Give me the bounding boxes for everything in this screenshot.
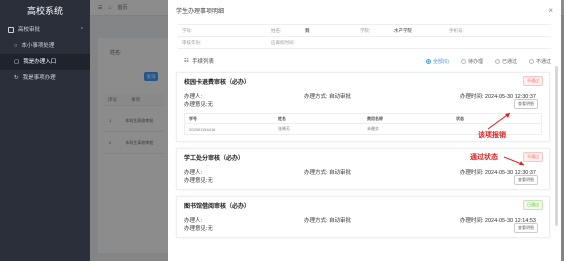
sidebar-item-entry[interactable]: ▢ 我是办理入口 xyxy=(0,54,90,70)
sidebar-item-small[interactable]: ○ 本小事项处理 xyxy=(0,38,90,54)
annotation-arrows xyxy=(487,112,525,166)
cell: 202301154416 xyxy=(189,126,216,132)
time-label: 办理时间: xyxy=(459,93,484,100)
filter-failed[interactable]: 不通过 xyxy=(528,58,551,65)
chevron-up-icon: ⌃ xyxy=(79,27,84,33)
note-label: 办理意见: xyxy=(184,102,208,108)
sidebar-item-label: 我是办理入口 xyxy=(23,59,57,65)
status-badge: 已通过 xyxy=(523,200,543,210)
sidebar-item-handle[interactable]: ↻ 我是事项办理 xyxy=(0,70,90,86)
circle-icon: ○ xyxy=(14,43,18,49)
procedure-note: 办理意见: 无 查看明细 xyxy=(177,223,549,233)
procedure-card: 图书馆借阅审核（必办） 已通过 办理人: 办理方式: 自动审批 办理时间: 20… xyxy=(176,196,550,238)
info-row: 学号: 姓名: 魏 学院: 水产学院 手机号: xyxy=(178,25,551,37)
refresh-icon: ↻ xyxy=(14,75,19,81)
filter-label: 已通过 xyxy=(501,58,517,65)
method-label: 办理方式: 自动审批 xyxy=(304,93,352,100)
filter-passed[interactable]: 已通过 xyxy=(494,58,517,65)
handler-label: 办理人: xyxy=(184,217,203,224)
radio-icon xyxy=(425,58,431,64)
cell: 未缴交 xyxy=(367,126,379,131)
note-value: 无 xyxy=(207,178,214,184)
document-icon: ▢ xyxy=(14,59,20,65)
sidebar: 高校系统 高校审批 ⌃ ○ 本小事项处理 ▢ 我是办理入口 ↻ 我是事项办理 xyxy=(0,0,90,261)
note-value: 无 xyxy=(207,226,214,232)
info-label: 学院: xyxy=(360,27,371,33)
list-title: 手续列表 xyxy=(191,59,214,65)
procedure-title-row: 图书馆借阅审核（必办） 已通过 xyxy=(177,197,549,213)
info-label: 审核年份: xyxy=(182,39,202,45)
list-header: ☷ 手续列表 全部(6) 待办理 已通过 不通过 xyxy=(184,56,551,66)
handler-label: 办理人: xyxy=(184,169,203,176)
radio-icon xyxy=(494,58,500,64)
column-header: 费用名称 xyxy=(367,115,383,121)
time-label: 办理时间: xyxy=(459,217,484,224)
procedure-meta: 办理人: 办理方式: 自动审批 办理时间: 2024-05-30 12:14:5… xyxy=(177,213,549,224)
procedure-title: 图书馆借阅审核（必办） xyxy=(184,203,251,210)
procedure-title: 校园卡退费审核（必办） xyxy=(184,79,251,86)
note-label: 办理意见: xyxy=(184,178,208,184)
filter-label: 全部(6) xyxy=(432,58,449,65)
view-detail-button[interactable]: 查看明细 xyxy=(514,175,538,185)
info-label: 手机号: xyxy=(449,27,464,33)
note-value: 无 xyxy=(207,102,214,108)
info-label: 应离校时间: xyxy=(271,39,295,45)
note-label: 办理意见: xyxy=(184,226,208,232)
info-row: 审核年份: 应离校时间: xyxy=(178,37,551,49)
info-value: 水产学院 xyxy=(394,27,412,33)
close-icon[interactable]: × xyxy=(548,6,553,15)
status-badge: 不通过 xyxy=(523,76,543,86)
method-label: 办理方式: 自动审批 xyxy=(304,169,352,176)
sidebar-item-label: 高校审批 xyxy=(18,27,41,33)
app-title: 高校系统 xyxy=(26,6,63,16)
handler-label: 办理人: xyxy=(184,93,203,100)
dialog-header: 学生办理事项明细 × xyxy=(168,0,561,20)
filter-label: 待办理 xyxy=(467,58,483,65)
scrollbar[interactable] xyxy=(555,66,558,226)
procedure-note: 办理意见: 无 查看明细 xyxy=(177,175,549,185)
radio-icon xyxy=(528,58,534,64)
procedure-title-row: 校园卡退费审核（必办） 不通过 xyxy=(177,73,549,89)
annotation-label: 通过状态 xyxy=(470,154,498,161)
status-filter: 全部(6) 待办理 已通过 不通过 xyxy=(425,58,551,65)
grid-icon xyxy=(8,27,14,33)
filter-label: 不通过 xyxy=(535,58,551,65)
procedure-meta: 办理人: 办理方式: 自动审批 办理时间: 2024-05-30 12:30:3… xyxy=(177,89,549,100)
filter-all[interactable]: 全部(6) xyxy=(425,58,449,65)
view-detail-button[interactable]: 查看明细 xyxy=(514,223,538,233)
info-label: 学号: xyxy=(182,27,193,33)
procedure-title: 学工处分审核（必办） xyxy=(184,155,245,162)
annotation-label: 该项报销 xyxy=(478,132,506,139)
filter-pending[interactable]: 待办理 xyxy=(460,58,483,65)
list-icon: ☷ xyxy=(184,58,189,64)
sidebar-item-label: 我是事项办理 xyxy=(22,75,56,81)
student-info: 学号: 姓名: 魏 学院: 水产学院 手机号: 审核年份: 应离校时间: xyxy=(178,24,551,49)
dialog-title: 学生办理事项明细 xyxy=(176,8,225,15)
sidebar-item-label: 本小事项处理 xyxy=(21,43,55,49)
info-label: 姓名: xyxy=(271,27,282,33)
column-header: 学号 xyxy=(189,115,197,121)
method-label: 办理方式: 自动审批 xyxy=(304,217,352,224)
sidebar-item-approval[interactable]: 高校审批 ⌃ xyxy=(0,22,90,38)
info-value: 魏 xyxy=(305,27,310,33)
radio-icon xyxy=(460,58,466,64)
column-header: 姓名 xyxy=(278,115,286,121)
cell: 张晓芳 xyxy=(278,126,290,131)
